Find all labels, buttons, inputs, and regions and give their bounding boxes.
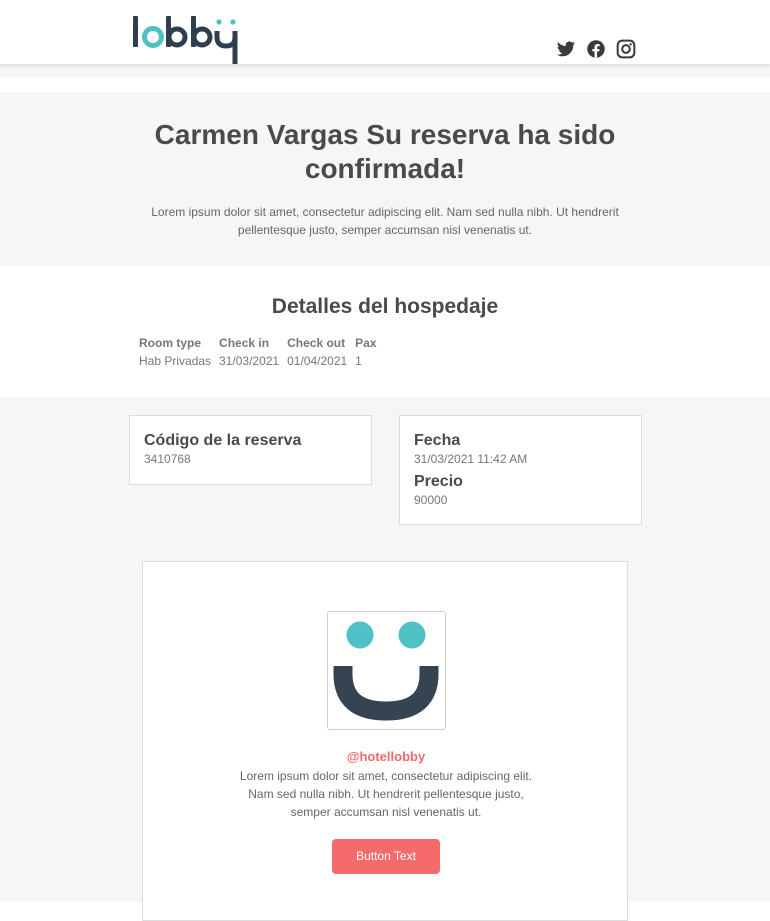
booking-summary: Código de la reserva 3410768 Fecha 31/03… [0,397,770,921]
confirmation-title: Carmen Vargas Su reserva ha sido confirm… [154,119,616,184]
facebook-icon[interactable] [586,39,606,59]
confirmation-hero: Carmen Vargas Su reserva ha sido confirm… [0,92,770,266]
confirmation-message: Lorem ipsum dolor sit amet, consectetur … [151,205,619,237]
stay-details-title: Detalles del hospedaje [271,295,499,318]
stay-details-table: Room type Check in Check out Pax Hab Pri… [136,334,382,370]
email-header: lobby [0,0,770,64]
price-value: 90000 [414,493,448,507]
pax-value: 1 [355,354,362,368]
price-label: Precio [414,473,463,490]
header-divider [0,64,770,78]
stay-details: Detalles del hospedaje Room type Check i… [0,266,770,397]
twitter-icon[interactable] [556,39,576,59]
hotel-handle[interactable]: @hotellobby [143,749,629,765]
column-pax: Pax [355,336,377,350]
instagram-icon[interactable] [616,39,636,59]
social-links [556,38,636,60]
smiley-logo-icon [327,611,446,730]
check-out-value: 01/04/2021 [287,354,348,368]
room-type-value: Hab Privadas [139,354,212,368]
promo-message: Lorem ipsum dolor sit amet, consectetur … [239,769,533,819]
column-check-in: Check in [219,336,270,350]
date-label: Fecha [414,432,461,449]
table-row: Hab Privadas 31/03/2021 01/04/2021 1 [136,352,382,370]
cta-button[interactable]: Button Text [332,839,440,874]
lobby-logo-mark [133,16,238,64]
lobby-logo[interactable]: lobby [132,14,244,66]
table-header-row: Room type Check in Check out Pax [136,334,382,352]
reservation-code-value: 3410768 [144,452,191,466]
column-check-out: Check out [287,336,346,350]
hotel-promo-card: @hotellobby Lorem ipsum dolor sit amet, … [142,561,628,921]
reservation-code-card: Código de la reserva 3410768 [129,415,372,485]
date-value: 31/03/2021 11:42 AM [414,452,528,466]
date-price-card: Fecha 31/03/2021 11:42 AM Precio 90000 [399,415,642,525]
check-in-value: 31/03/2021 [219,354,280,368]
reservation-code-label: Código de la reserva [144,432,302,449]
column-room-type: Room type [139,336,202,350]
